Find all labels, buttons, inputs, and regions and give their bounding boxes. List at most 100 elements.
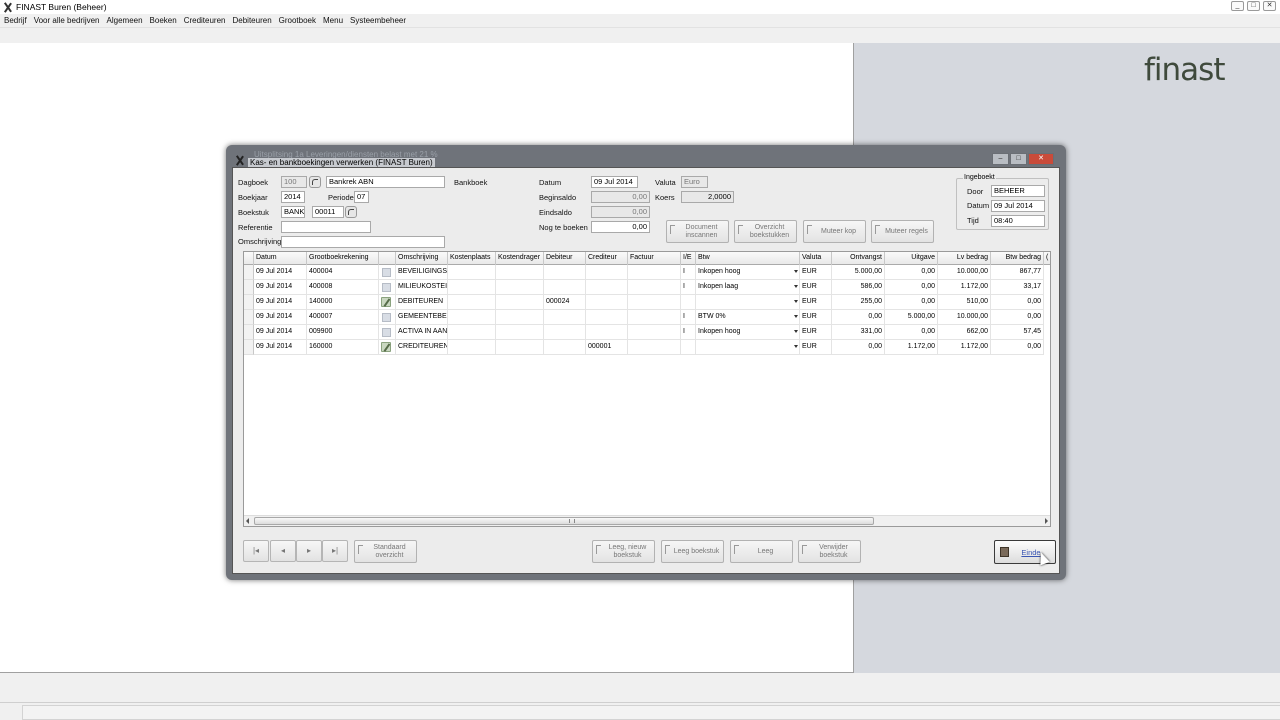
- dropdown-arrow-icon[interactable]: [794, 330, 798, 333]
- child-close-icon[interactable]: ✕: [1028, 153, 1054, 165]
- col-omschrijving[interactable]: Omschrijving: [396, 252, 448, 265]
- cell-debiteur[interactable]: [544, 310, 586, 325]
- cell-valuta[interactable]: EUR: [800, 310, 832, 325]
- col-factuur[interactable]: Factuur: [628, 252, 681, 265]
- cell-icon[interactable]: [379, 325, 396, 340]
- edit-pen-icon[interactable]: [381, 342, 391, 352]
- cell-grootboekrekening[interactable]: 400004: [307, 265, 379, 280]
- child-minimize-icon[interactable]: –: [992, 153, 1009, 165]
- col-kostenplaats[interactable]: Kostenplaats: [448, 252, 496, 265]
- cell-btw-bedrag[interactable]: 0,00: [991, 295, 1044, 310]
- cell-grootboekrekening[interactable]: 160000: [307, 340, 379, 355]
- cell-grootboekrekening[interactable]: 009900: [307, 325, 379, 340]
- dropdown-arrow-icon[interactable]: [794, 345, 798, 348]
- cell-kostenplaats[interactable]: [448, 340, 496, 355]
- boekstuk-prefix-field[interactable]: BANK: [281, 206, 305, 218]
- verwijder-boekstuk-button[interactable]: Verwijder boekstuk: [798, 540, 861, 563]
- cell-valuta[interactable]: EUR: [800, 265, 832, 280]
- cell-crediteur[interactable]: [586, 280, 628, 295]
- overzicht-boekstukken-button[interactable]: Overzicht boekstukken: [734, 220, 797, 243]
- cell-lv-bedrag[interactable]: 662,00: [938, 325, 991, 340]
- menu-systeembeheer[interactable]: Systeembeheer: [350, 16, 406, 25]
- cell-btw[interactable]: Inkopen hoog: [696, 325, 800, 340]
- note-icon[interactable]: [382, 268, 391, 277]
- note-icon[interactable]: [382, 283, 391, 292]
- scroll-left-icon[interactable]: [246, 518, 249, 524]
- dropdown-arrow-icon[interactable]: [794, 300, 798, 303]
- cell-grootboekrekening[interactable]: 400007: [307, 310, 379, 325]
- cell-debiteur[interactable]: [544, 265, 586, 280]
- col-ie[interactable]: I/E: [681, 252, 696, 265]
- leeg-button[interactable]: Leeg: [730, 540, 793, 563]
- row-selector[interactable]: [244, 325, 254, 340]
- child-maximize-icon[interactable]: □: [1010, 153, 1027, 165]
- omschrijving-field[interactable]: [281, 236, 445, 248]
- col-btw[interactable]: Btw: [696, 252, 800, 265]
- cell-factuur[interactable]: [628, 310, 681, 325]
- cell-icon[interactable]: [379, 265, 396, 280]
- cell-debiteur[interactable]: [544, 280, 586, 295]
- cell-kostendrager[interactable]: [496, 295, 544, 310]
- cell-valuta[interactable]: EUR: [800, 295, 832, 310]
- row-selector[interactable]: [244, 340, 254, 355]
- dropdown-arrow-icon[interactable]: [794, 270, 798, 273]
- cell-factuur[interactable]: [628, 325, 681, 340]
- valuta-field[interactable]: Euro: [681, 176, 708, 188]
- col-btw-bedrag[interactable]: Btw bedrag: [991, 252, 1044, 265]
- row-selector[interactable]: [244, 295, 254, 310]
- cell-omschrijving[interactable]: DEBITEUREN: [396, 295, 448, 310]
- cell-icon[interactable]: [379, 310, 396, 325]
- koers-field[interactable]: 2,0000: [681, 191, 734, 203]
- cell-datum[interactable]: 09 Jul 2014: [254, 265, 307, 280]
- cell-kostenplaats[interactable]: [448, 310, 496, 325]
- row-selector[interactable]: [244, 310, 254, 325]
- cell-ie[interactable]: [681, 295, 696, 310]
- dropdown-arrow-icon[interactable]: [794, 285, 798, 288]
- note-icon[interactable]: [382, 313, 391, 322]
- menu-grootboek[interactable]: Grootboek: [279, 16, 316, 25]
- cell-crediteur[interactable]: 000001: [586, 340, 628, 355]
- table-row[interactable]: 09 Jul 2014 009900 ACTIVA IN AAN I Inkopen h…: [244, 325, 1050, 340]
- col-valuta[interactable]: Valuta: [800, 252, 832, 265]
- cell-icon[interactable]: [379, 295, 396, 310]
- boekjaar-field[interactable]: 2014: [281, 191, 305, 203]
- cell-valuta[interactable]: EUR: [800, 280, 832, 295]
- cell-kostendrager[interactable]: [496, 340, 544, 355]
- menu-bedrijf[interactable]: Bedrijf: [4, 16, 27, 25]
- cell-datum[interactable]: 09 Jul 2014: [254, 280, 307, 295]
- cell-lv-bedrag[interactable]: 510,00: [938, 295, 991, 310]
- cell-omschrijving[interactable]: ACTIVA IN AAN: [396, 325, 448, 340]
- datum-field[interactable]: 09 Jul 2014: [591, 176, 638, 188]
- cell-kostenplaats[interactable]: [448, 280, 496, 295]
- col-lv-bedrag[interactable]: Lv bedrag: [938, 252, 991, 265]
- menu-crediteuren[interactable]: Crediteuren: [184, 16, 226, 25]
- cell-kostendrager[interactable]: [496, 310, 544, 325]
- cell-kostendrager[interactable]: [496, 265, 544, 280]
- cell-crediteur[interactable]: [586, 265, 628, 280]
- col-crediteur[interactable]: Crediteur: [586, 252, 628, 265]
- cell-uitgave[interactable]: 0,00: [885, 325, 938, 340]
- table-row[interactable]: 09 Jul 2014 160000 CREDITEUREN 000001 EUR 0,0…: [244, 340, 1050, 355]
- cell-btw-bedrag[interactable]: 57,45: [991, 325, 1044, 340]
- cell-btw[interactable]: Inkopen hoog: [696, 265, 800, 280]
- cell-uitgave[interactable]: 5.000,00: [885, 310, 938, 325]
- menu-debiteuren[interactable]: Debiteuren: [233, 16, 272, 25]
- cell-debiteur[interactable]: 000024: [544, 295, 586, 310]
- cell-debiteur[interactable]: [544, 325, 586, 340]
- dagboek-name-field[interactable]: Bankrek ABN: [326, 176, 445, 188]
- table-row[interactable]: 09 Jul 2014 400007 GEMEENTEBE I BTW 0% EUR 0,0…: [244, 310, 1050, 325]
- cell-ontvangst[interactable]: 255,00: [832, 295, 885, 310]
- col-ontvangst[interactable]: Ontvangst: [832, 252, 885, 265]
- cell-ontvangst[interactable]: 5.000,00: [832, 265, 885, 280]
- col-datum[interactable]: Datum: [254, 252, 307, 265]
- boekstuk-lookup-icon[interactable]: [345, 206, 357, 218]
- cell-uitgave[interactable]: 1.172,00: [885, 340, 938, 355]
- edit-pen-icon[interactable]: [381, 297, 391, 307]
- cell-ie[interactable]: [681, 340, 696, 355]
- cell-btw[interactable]: [696, 295, 800, 310]
- table-row[interactable]: 09 Jul 2014 400004 BEVEILIGINGS I Inkopen ho…: [244, 265, 1050, 280]
- cell-btw-bedrag[interactable]: 867,77: [991, 265, 1044, 280]
- table-row[interactable]: 09 Jul 2014 140000 DEBITEUREN 000024 EUR 255,…: [244, 295, 1050, 310]
- cell-omschrijving[interactable]: GEMEENTEBE: [396, 310, 448, 325]
- cell-btw[interactable]: BTW 0%: [696, 310, 800, 325]
